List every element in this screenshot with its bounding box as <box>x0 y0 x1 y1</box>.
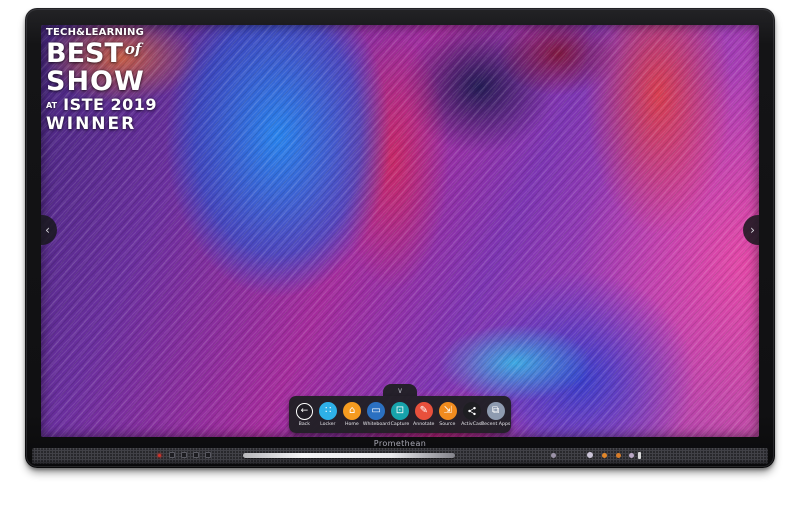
dock-item-label: Whiteboard <box>362 421 389 426</box>
pen-tray <box>243 453 455 458</box>
dock-item-recent-apps[interactable]: ⧉ Recent Apps <box>484 402 507 428</box>
stacked-windows-glyph: ⧉ <box>492 406 499 416</box>
power-button <box>587 452 593 458</box>
badge-winner-text: WINNER <box>46 116 168 133</box>
badge-title-best: BEST of <box>46 40 168 67</box>
dock-item-annotate[interactable]: ✎ Annotate <box>412 402 435 428</box>
dock-item-label: Recent Apps <box>481 421 510 426</box>
share-nodes-glyph <box>467 406 477 416</box>
chevron-down-icon: ∨ <box>397 387 403 395</box>
dock: ← Back ∷ Locker ⌂ Home ▭ Whiteboard ⊡ <box>289 396 511 433</box>
unified-menu: ∨ ← Back ∷ Locker ⌂ Home ▭ Whiteboard <box>289 384 511 433</box>
whiteboard-icon: ▭ <box>367 402 385 420</box>
speaker-grille-bar <box>32 448 768 464</box>
dock-item-label: Source <box>440 421 456 426</box>
board-glyph: ▭ <box>371 406 380 416</box>
usb-port-icon <box>169 452 175 458</box>
source-icon: ⇲ <box>439 402 457 420</box>
dock-item-activcast[interactable]: ActivCast <box>460 402 483 428</box>
back-icon: ← <box>296 403 313 420</box>
annotate-icon: ✎ <box>415 402 433 420</box>
chevron-right-icon: › <box>750 224 755 236</box>
dock-item-label: Capture <box>391 421 410 426</box>
dock-item-locker[interactable]: ∷ Locker <box>317 402 340 428</box>
dock-item-label: Annotate <box>413 421 434 426</box>
capture-icon: ⊡ <box>391 402 409 420</box>
power-led <box>551 453 556 458</box>
left-edge-menu-handle[interactable]: ‹ <box>41 215 57 245</box>
dock-item-label: Home <box>345 421 359 426</box>
menu-collapse-handle[interactable]: ∨ <box>383 384 417 396</box>
locker-icon: ∷ <box>319 402 337 420</box>
home-icon: ⌂ <box>343 402 361 420</box>
chevron-left-icon: ‹ <box>45 224 50 236</box>
capture-frame-glyph: ⊡ <box>396 406 404 416</box>
hdmi-port-icon <box>193 452 199 458</box>
source-switch-button <box>638 452 641 459</box>
badge-best-text: BEST <box>46 40 123 67</box>
activpanel-display: TECH&LEARNING BEST of SHOW AT ISTE 2019 … <box>25 8 775 468</box>
share-icon <box>463 402 481 420</box>
volume-up-button <box>602 453 607 458</box>
touchscreen-wallpaper[interactable]: TECH&LEARNING BEST of SHOW AT ISTE 2019 … <box>41 25 759 437</box>
volume-down-button <box>616 453 621 458</box>
freeze-button <box>629 453 634 458</box>
source-arrow-glyph: ⇲ <box>444 406 452 416</box>
dock-item-whiteboard[interactable]: ▭ Whiteboard <box>365 402 388 428</box>
dock-item-home[interactable]: ⌂ Home <box>341 402 364 428</box>
recent-apps-icon: ⧉ <box>487 402 505 420</box>
error-led <box>158 454 161 457</box>
badge-iste-text: ISTE 2019 <box>63 95 157 114</box>
dock-item-source[interactable]: ⇲ Source <box>436 402 459 428</box>
back-arrow-glyph: ← <box>301 407 309 416</box>
badge-subtitle: AT ISTE 2019 <box>46 97 168 113</box>
dock-item-label: Back <box>299 421 310 426</box>
dock-item-label: Locker <box>321 421 336 426</box>
right-edge-menu-handle[interactable]: › <box>743 215 759 245</box>
usb-port-icon <box>181 452 187 458</box>
badge-publication: TECH&LEARNING <box>46 28 168 38</box>
touch-port-icon <box>205 452 211 458</box>
grid-glyph: ∷ <box>325 406 331 416</box>
brand-logo: Promethean <box>25 439 775 448</box>
dock-item-capture[interactable]: ⊡ Capture <box>388 402 411 428</box>
pen-glyph: ✎ <box>420 406 428 416</box>
badge-at-text: AT <box>46 101 57 110</box>
home-glyph: ⌂ <box>349 406 355 416</box>
award-badge: TECH&LEARNING BEST of SHOW AT ISTE 2019 … <box>46 28 168 133</box>
dock-item-label: ActivCast <box>461 421 483 426</box>
badge-title-show: SHOW <box>46 68 168 95</box>
dock-item-back[interactable]: ← Back <box>293 403 316 428</box>
badge-of-script: of <box>125 42 141 57</box>
